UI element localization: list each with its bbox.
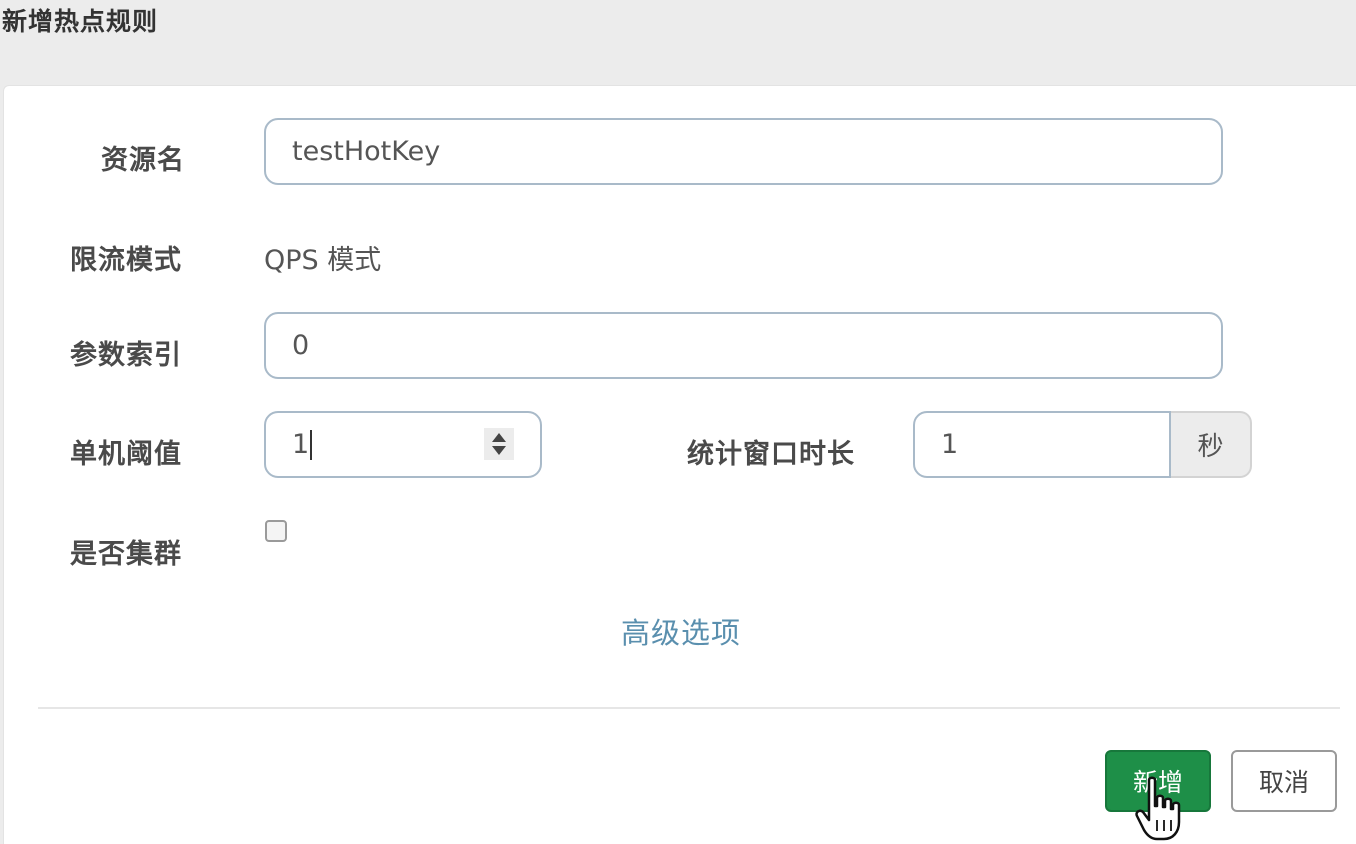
spin-down-arrow-icon[interactable] [492,446,506,455]
resource-name-label: 资源名 [101,145,185,176]
threshold-value: 1 [292,429,310,460]
dialog-body: 资源名 testHotKey 限流模式 QPS 模式 参数索引 0 单机阈值 1… [3,85,1356,844]
resource-name-value: testHotKey [292,136,441,167]
stat-window-unit: 秒 [1171,411,1252,478]
threshold-input[interactable]: 1 [264,411,542,478]
cluster-label: 是否集群 [70,539,182,570]
up-down-arrows-icon[interactable] [484,428,514,460]
cluster-checkbox[interactable] [265,520,287,542]
dialog-title: 新增热点规则 [2,7,159,36]
footer-divider [38,707,1340,709]
resource-name-input[interactable]: testHotKey [264,118,1223,185]
text-caret [310,429,313,460]
cancel-button[interactable]: 取消 [1231,750,1337,812]
spin-up-arrow-icon[interactable] [492,433,506,442]
dialog-header: 新增热点规则 [0,0,1356,85]
stat-window-input[interactable]: 1 [913,411,1171,478]
limit-mode-value: QPS 模式 [264,245,382,276]
stat-window-value: 1 [941,429,959,460]
param-index-label: 参数索引 [70,340,182,371]
param-index-value: 0 [292,330,310,361]
limit-mode-label: 限流模式 [70,245,182,276]
threshold-label: 单机阈值 [70,439,182,470]
param-index-input[interactable]: 0 [264,312,1223,379]
advanced-options-link[interactable]: 高级选项 [621,610,741,652]
hand-pointer-icon [1135,776,1181,841]
stat-window-label: 统计窗口时长 [687,439,855,470]
